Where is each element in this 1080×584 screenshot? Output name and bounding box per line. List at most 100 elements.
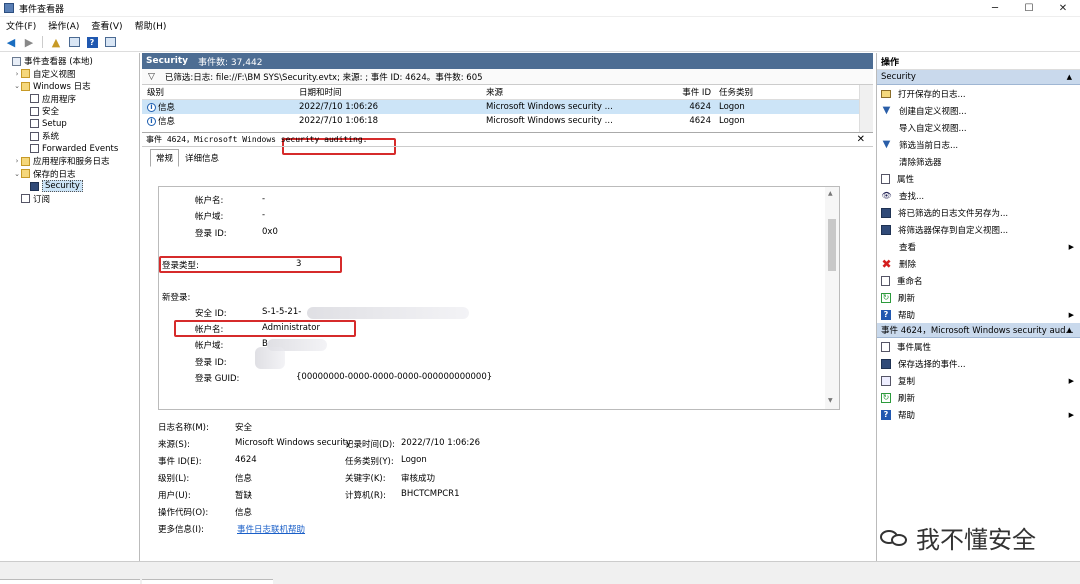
row-datetime: 2022/7/10 1:06:18 [299,116,379,126]
event-description[interactable]: 帐户名: - 帐户域: - 登录 ID: 0x0 登录类型: 3 新登录: 安全… [158,186,840,410]
blank-icon [881,241,892,252]
logon-id-label: 登录 ID: [195,229,227,239]
action-label: 重命名 [897,276,923,287]
tree-item-label: 应用程序和服务日志 [33,157,110,168]
col-event-id[interactable]: 事件 ID [631,86,715,98]
menu-action[interactable]: 操作(A) [42,19,85,32]
action-item[interactable]: 保存选择的事件... [877,355,1080,372]
tree-item[interactable]: Forwarded Events [0,143,139,156]
action-item[interactable]: 将筛选器保存到自定义视图... [877,221,1080,238]
copy-icon [881,375,891,386]
action-item[interactable]: 👁 查找... [877,187,1080,204]
action-item[interactable]: ? 帮助 ▶ [877,306,1080,323]
submenu-arrow-icon: ▶ [1068,376,1074,385]
action-item[interactable]: ▼ 创建自定义视图... [877,102,1080,119]
tree-item[interactable]: 订阅 [0,193,139,206]
table-row[interactable]: i 信息 2022/7/10 1:06:18 Microsoft Windows … [142,114,873,128]
maximize-button[interactable]: ☐ [1012,0,1046,17]
tree-item[interactable]: 应用程序 [0,93,139,106]
table-row[interactable]: i 信息 2022/7/10 1:06:26 Microsoft Windows … [142,100,873,114]
guid-value: {00000000-0000-0000-0000-000000000000} [296,372,493,382]
action-item[interactable]: ▼ 筛选当前日志... [877,136,1080,153]
scroll-down-icon[interactable]: ▼ [828,397,833,404]
up-folder-icon[interactable]: ▲ [48,35,64,49]
refresh-icon: ↻ [881,392,891,403]
description-scrollbar[interactable]: ▲ ▼ [825,187,839,409]
col-datetime[interactable]: 日期和时间 [294,86,481,98]
detail-tabs: 常规 详细信息 [142,149,873,167]
menu-file[interactable]: 文件(F) [0,19,42,32]
back-arrow-icon[interactable]: ◀ [3,35,19,49]
action-item[interactable]: 将已筛选的日志文件另存为... [877,204,1080,221]
filter-text: 已筛选:日志: file://F:\BM SYS\Security.evtx; … [164,72,483,83]
action-item[interactable]: 重命名 [877,272,1080,289]
action-item[interactable]: 打开保存的日志... [877,85,1080,102]
log-icon [30,131,39,141]
tree-item[interactable]: Security [0,180,139,193]
action-item[interactable]: 导入自定义视图... [877,119,1080,136]
refresh-icon: ↻ [881,292,891,303]
folder-icon [21,156,30,166]
tree-item[interactable]: 事件查看器 (本地) [0,55,139,68]
grid-scrollbar[interactable] [859,85,873,132]
tree-item[interactable]: Setup [0,118,139,131]
tree-item[interactable]: 系统 [0,130,139,143]
help-icon[interactable]: ? [84,35,100,49]
tree-item[interactable]: ⌄ Windows 日志 [0,80,139,93]
tab-general[interactable]: 常规 [150,149,180,167]
forward-arrow-icon[interactable]: ▶ [21,35,37,49]
title-bar: 事件查看器 ─ ☐ ✕ [0,0,1080,17]
menu-help[interactable]: 帮助(H) [129,19,173,32]
actions-section-event[interactable]: 事件 4624，Microsoft Windows security aud..… [877,323,1080,338]
action-label: 帮助 [898,310,916,321]
tree-item[interactable]: › 自定义视图 [0,68,139,81]
logon-type-highlight-box [159,256,342,273]
scroll-thumb[interactable] [828,219,836,271]
scroll-up-icon[interactable]: ▲ [828,190,833,197]
collapse-caret-icon[interactable]: ▲ [1067,326,1072,334]
expand-arrow-icon[interactable]: ⌄ [13,82,21,90]
minimize-button[interactable]: ─ [978,0,1012,17]
tree-item-label: 事件查看器 (本地) [24,57,93,68]
show-action-pane-icon[interactable] [102,35,118,49]
action-item[interactable]: 事件属性 [877,338,1080,355]
tree-item[interactable]: › 应用程序和服务日志 [0,155,139,168]
expand-arrow-icon[interactable]: › [13,157,21,165]
action-item[interactable]: ✖ 删除 [877,255,1080,272]
actions-section-security[interactable]: Security ▲ [877,70,1080,85]
section-label: 事件 4624，Microsoft Windows security aud..… [881,326,1074,336]
action-item[interactable]: 属性 [877,170,1080,187]
col-task[interactable]: 任务类别 [715,86,835,98]
action-item[interactable]: 清除筛选器 [877,153,1080,170]
action-item[interactable]: 复制 ▶ [877,372,1080,389]
detail-close-icon[interactable]: ✕ [857,134,865,145]
close-button[interactable]: ✕ [1046,0,1080,17]
col-level[interactable]: 级别 [142,86,294,98]
action-item[interactable]: ↻ 刷新 [877,289,1080,306]
menu-view[interactable]: 查看(V) [85,19,128,32]
tree-item[interactable]: 安全 [0,105,139,118]
tree-item[interactable]: ⌄ 保存的日志 [0,168,139,181]
action-item[interactable]: 查看 ▶ [877,238,1080,255]
action-item[interactable]: ? 帮助 ▶ [877,406,1080,423]
col-source[interactable]: 来源 [481,86,631,98]
doc-icon [881,173,890,184]
tab-details[interactable]: 详细信息 [179,149,225,167]
tree-item-label: Setup [42,118,67,129]
action-item[interactable]: ↻ 刷新 [877,389,1080,406]
show-tree-icon[interactable] [66,35,82,49]
filter-icon: ▼ [882,139,891,150]
action-label: 导入自定义视图... [899,123,967,134]
action-label: 复制 [898,376,916,387]
acct-name-label: 帐户名: [195,196,224,206]
del-icon: ✖ [881,256,892,271]
collapse-caret-icon[interactable]: ▲ [1067,73,1072,81]
event-count: 事件数: 37,442 [198,57,263,68]
window-controls: ─ ☐ ✕ [978,0,1080,17]
expand-arrow-icon[interactable]: ⌄ [13,170,21,178]
online-help-link[interactable]: 事件日志联机帮助 [237,523,305,535]
submenu-arrow-icon: ▶ [1068,242,1074,251]
expand-arrow-icon[interactable]: › [13,70,21,78]
logged-value: 2022/7/10 1:06:26 [401,438,481,448]
events-grid: 级别 日期和时间 来源 事件 ID 任务类别 i 信息 2022/7/10 1:0… [142,85,873,155]
